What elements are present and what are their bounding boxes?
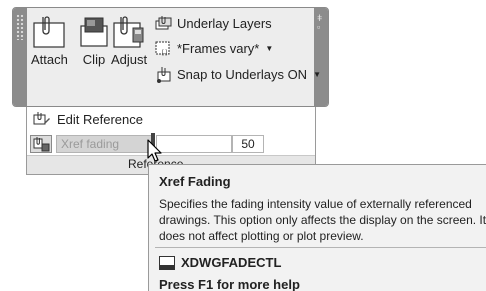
reference-ribbon-panel: ǂ ▫ Attach Clip Adjust Underlay Layers [… — [12, 7, 329, 107]
autocad-reference-panel-screenshot: ǂ ▫ Attach Clip Adjust Underlay Layers [… — [0, 0, 486, 291]
tooltip-description-line: drawings. This option only affects the d… — [159, 213, 486, 227]
snap-underlays-icon — [157, 67, 171, 83]
clip-icon — [80, 17, 108, 47]
underlay-layers-icon — [155, 16, 172, 30]
xref-fading-value-input[interactable]: 50 — [232, 135, 264, 153]
xref-fading-toggle[interactable] — [30, 135, 52, 153]
xref-fading-slider-label: Xref fading — [56, 135, 155, 153]
clip-label: Clip — [82, 52, 106, 67]
edit-reference-label: Edit Reference — [57, 111, 143, 127]
edit-reference-icon — [33, 112, 50, 125]
panel-grip-left[interactable] — [13, 8, 27, 106]
attach-button[interactable]: Attach — [31, 14, 68, 67]
underlay-layers-label: Underlay Layers — [177, 15, 272, 31]
chevron-down-icon: ▼ — [265, 43, 274, 53]
clip-button[interactable]: Clip — [77, 14, 111, 67]
edit-reference-button[interactable]: Edit Reference — [33, 111, 143, 127]
tooltip-description-line: does not affect plotting or plot preview… — [159, 229, 364, 243]
chevron-down-icon: ▼ — [313, 69, 321, 79]
adjust-icon — [113, 16, 144, 48]
snap-label: Snap to Underlays ON — [177, 66, 308, 82]
tooltip-divider — [155, 247, 486, 248]
adjust-label: Adjust — [111, 52, 148, 67]
tooltip-title: Xref Fading — [159, 174, 231, 189]
tooltip-command-name: XDWGFADECTL — [181, 255, 282, 270]
xref-fading-icon — [33, 137, 50, 152]
underlay-layers-button[interactable]: Underlay Layers — [155, 15, 272, 31]
mouse-cursor-icon — [147, 139, 162, 162]
attach-icon — [33, 16, 66, 48]
xref-fading-control: Xref fading 50 — [30, 133, 312, 153]
tooltip-description: Specifies the fading intensity value of … — [159, 196, 486, 244]
adjust-button[interactable]: Adjust — [111, 14, 147, 67]
command-line-icon — [159, 255, 175, 270]
frames-icon: [.] — [155, 41, 170, 56]
xref-fading-slider-track[interactable] — [156, 135, 232, 153]
attach-label: Attach — [31, 52, 68, 67]
pin-icon[interactable]: ǂ ▫ — [317, 14, 322, 32]
svg-text:[.]: [.] — [162, 50, 167, 56]
tooltip-command: XDWGFADECTL — [159, 255, 281, 270]
panel-grip-right[interactable]: ǂ ▫ — [314, 8, 328, 106]
frames-dropdown[interactable]: [.] *Frames vary* ▼ — [155, 40, 273, 56]
frames-label: *Frames vary* — [177, 40, 260, 56]
xref-fading-tooltip: Xref Fading Specifies the fading intensi… — [148, 164, 486, 291]
snap-to-underlays-dropdown[interactable]: Snap to Underlays ON ▼ — [155, 65, 321, 83]
tooltip-description-line: Specifies the fading intensity value of … — [159, 197, 472, 211]
tooltip-help-text: Press F1 for more help — [159, 277, 300, 291]
